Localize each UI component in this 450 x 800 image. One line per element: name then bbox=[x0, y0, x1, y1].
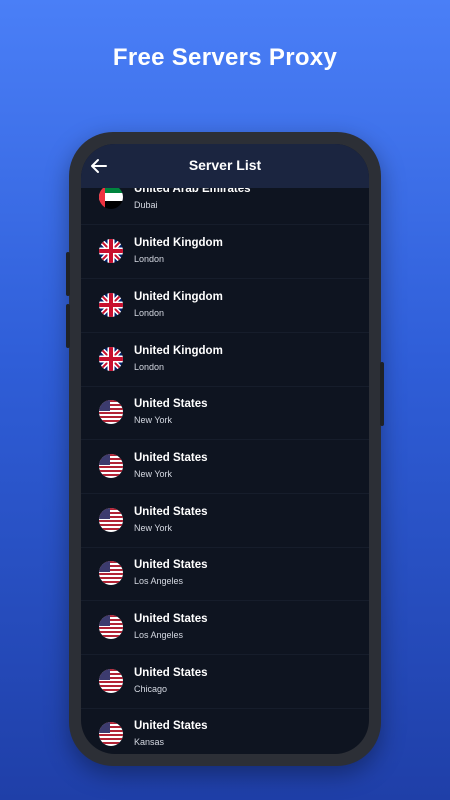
app-bar: Server List bbox=[81, 144, 369, 188]
server-country: United Kingdom bbox=[134, 237, 223, 249]
page-title: Server List bbox=[188, 157, 262, 173]
server-city: London bbox=[134, 362, 165, 372]
server-country: United Kingdom bbox=[134, 345, 223, 357]
server-city: Kansas bbox=[134, 737, 165, 747]
server-country: United Kingdom bbox=[134, 291, 223, 303]
uk-flag-icon bbox=[99, 347, 123, 371]
server-country: United States bbox=[134, 667, 208, 679]
us-flag-icon bbox=[99, 454, 123, 478]
us-flag-icon bbox=[99, 669, 123, 693]
us-flag-icon bbox=[99, 400, 123, 424]
server-item[interactable]: United States New York bbox=[81, 440, 369, 494]
uk-flag-icon bbox=[99, 293, 123, 317]
server-city: New York bbox=[134, 469, 173, 479]
server-item[interactable]: United States New York bbox=[81, 386, 369, 440]
server-city: Chicago bbox=[134, 684, 168, 694]
server-city: London bbox=[134, 308, 165, 318]
server-item[interactable]: United States New York bbox=[81, 494, 369, 548]
server-country: United States bbox=[134, 559, 208, 571]
server-city: Dubai bbox=[134, 200, 158, 210]
us-flag-icon bbox=[99, 561, 123, 585]
server-city: London bbox=[134, 254, 165, 264]
volume-up-button bbox=[66, 252, 70, 296]
server-country: United States bbox=[134, 452, 208, 464]
server-city: New York bbox=[134, 523, 173, 533]
server-country: United States bbox=[134, 398, 208, 410]
server-city: Los Angeles bbox=[134, 630, 184, 640]
server-country: United States bbox=[134, 720, 208, 732]
server-country: United States bbox=[134, 506, 208, 518]
power-button bbox=[380, 362, 384, 426]
app-screen: United Arab Emirates Dubai United Kingdo… bbox=[81, 144, 369, 754]
us-flag-icon bbox=[99, 722, 123, 746]
phone-frame: United Arab Emirates Dubai United Kingdo… bbox=[66, 132, 384, 766]
volume-down-button bbox=[66, 304, 70, 348]
page-headline: Free Servers Proxy bbox=[112, 44, 338, 71]
server-item[interactable]: United States Kansas bbox=[81, 708, 369, 754]
server-item[interactable]: United Kingdom London bbox=[81, 279, 369, 333]
server-city: New York bbox=[134, 415, 173, 425]
server-item[interactable]: United States Chicago bbox=[81, 655, 369, 709]
server-item[interactable]: United Kingdom London bbox=[81, 333, 369, 387]
uae-flag-icon bbox=[99, 185, 123, 209]
us-flag-icon bbox=[99, 508, 123, 532]
server-item[interactable]: United Kingdom London bbox=[81, 225, 369, 279]
uk-flag-icon bbox=[99, 239, 123, 263]
server-city: Los Angeles bbox=[134, 576, 184, 586]
server-item[interactable]: United States Los Angeles bbox=[81, 547, 369, 601]
server-country: United States bbox=[134, 613, 208, 625]
server-item[interactable]: United States Los Angeles bbox=[81, 601, 369, 655]
us-flag-icon bbox=[99, 615, 123, 639]
